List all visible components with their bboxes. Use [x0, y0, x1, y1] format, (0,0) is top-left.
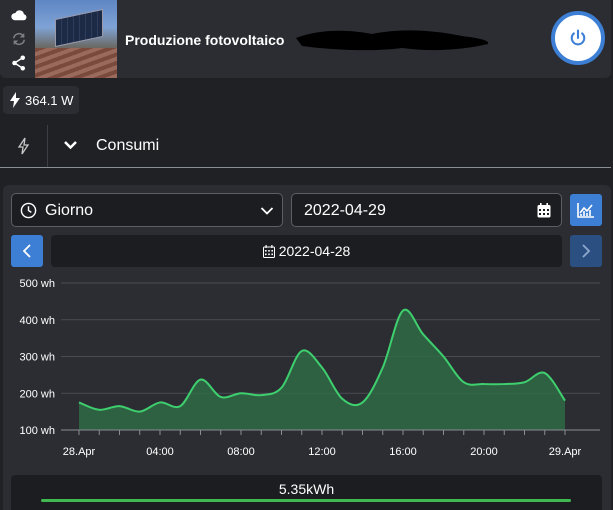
- period-select[interactable]: Giorno: [11, 193, 283, 227]
- calendar-icon[interactable]: [537, 203, 551, 218]
- chevron-down-icon: [260, 207, 274, 215]
- calendar-icon: [262, 244, 275, 258]
- chart-view-button[interactable]: [570, 194, 602, 226]
- x-tick-label: 04:00: [146, 446, 174, 458]
- date-input-field[interactable]: 2022-04-29: [291, 193, 562, 227]
- entity-header: Produzione fotovoltaico: [0, 0, 611, 78]
- selected-date-text: 2022-04-28: [278, 243, 351, 259]
- sync-icon[interactable]: [10, 30, 28, 48]
- lightning-outline-icon: [17, 137, 30, 155]
- chevron-left-icon: [22, 244, 31, 258]
- x-tick-label: 08:00: [227, 446, 255, 458]
- power-icon: [570, 29, 586, 46]
- x-tick-label: 16:00: [389, 446, 417, 458]
- x-tick-label: 28.Apr: [63, 446, 96, 458]
- power-value: 364.1 W: [25, 92, 74, 108]
- previous-day-button[interactable]: [11, 235, 43, 267]
- entity-title: Produzione fotovoltaico: [125, 32, 285, 48]
- solar-panel-photo: [35, 0, 117, 78]
- power-badge: 364.1 W: [3, 86, 80, 114]
- chevron-right-icon: [582, 244, 591, 258]
- series-area: [79, 309, 565, 430]
- redaction-scribble: [296, 30, 489, 51]
- chart-line-icon: [577, 203, 594, 218]
- divider: [47, 125, 48, 167]
- share-icon[interactable]: [10, 54, 28, 72]
- y-tick-label: 300 wh: [20, 352, 55, 364]
- cloud-icon[interactable]: [10, 6, 28, 24]
- power-toggle-button[interactable]: [551, 11, 605, 65]
- section-title: Consumi: [96, 137, 160, 154]
- x-tick-label: 29.Apr: [549, 446, 582, 458]
- chevron-down-icon[interactable]: [63, 139, 78, 151]
- period-select-value: Giorno: [45, 202, 94, 219]
- y-tick-label: 100 wh: [20, 425, 55, 437]
- consumption-chart: 100 wh 200 wh 300 wh 400 wh 500 wh 28.Apr 04:0…: [20, 278, 600, 458]
- y-tick-label: 200 wh: [20, 388, 55, 400]
- x-tick-label: 20:00: [470, 446, 498, 458]
- next-day-button[interactable]: [570, 235, 602, 267]
- total-progress-bar: [41, 499, 571, 502]
- header-actions: [10, 6, 28, 78]
- y-tick-label: 400 wh: [20, 315, 55, 327]
- lightning-icon: [10, 92, 20, 108]
- total-value: 5.35kWh: [278, 481, 335, 497]
- total-summary: 5.35kWh: [11, 475, 602, 510]
- consumi-section-header[interactable]: Consumi: [0, 125, 611, 168]
- clock-icon: [20, 202, 37, 219]
- x-tick-label: 12:00: [308, 446, 336, 458]
- selected-date-display: 2022-04-28: [51, 235, 562, 267]
- date-input-value: 2022-04-29: [304, 202, 386, 219]
- y-tick-label: 500 wh: [20, 278, 55, 290]
